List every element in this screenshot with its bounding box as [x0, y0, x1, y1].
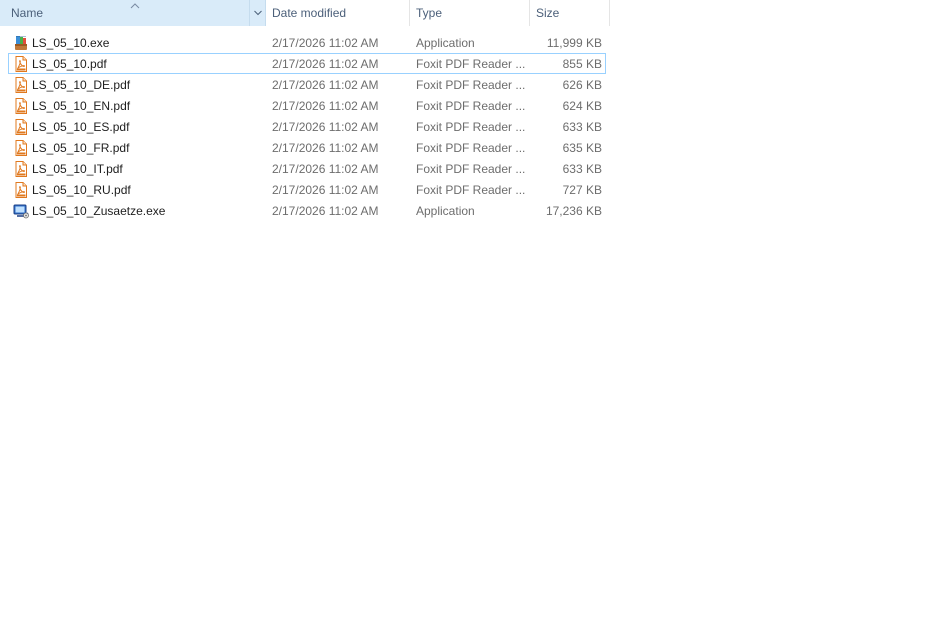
- file-type: Foxit PDF Reader ...: [416, 162, 526, 176]
- file-row[interactable]: LS_05_10_FR.pdf 2/17/2026 11:02 AM Foxit P…: [8, 137, 606, 158]
- installer-app-icon: [13, 35, 29, 51]
- file-date-modified: 2/17/2026 11:02 AM: [272, 57, 379, 71]
- file-date-modified: 2/17/2026 11:02 AM: [272, 141, 379, 155]
- file-size: 17,236 KB: [545, 204, 602, 218]
- file-row[interactable]: LS_05_10_EN.pdf 2/17/2026 11:02 AM Foxit P…: [8, 95, 606, 116]
- file-size: 633 KB: [562, 120, 602, 134]
- pdf-file-icon: [13, 56, 29, 72]
- file-name: LS_05_10_FR.pdf: [32, 141, 130, 155]
- file-size: 626 KB: [562, 78, 602, 92]
- file-date-modified: 2/17/2026 11:02 AM: [272, 36, 379, 50]
- file-row[interactable]: LS_05_10_ES.pdf 2/17/2026 11:02 AM Foxit P…: [8, 116, 606, 137]
- column-header-name[interactable]: Name: [0, 0, 266, 26]
- file-name: LS_05_10_Zusaetze.exe: [32, 204, 166, 218]
- file-size: 633 KB: [562, 162, 602, 176]
- file-row[interactable]: LS_05_10_Zusaetze.exe 2/17/2026 11:02 AM A…: [8, 200, 606, 221]
- chevron-down-icon: [254, 10, 262, 16]
- file-name: LS_05_10_DE.pdf: [32, 78, 131, 92]
- file-type: Application: [416, 36, 475, 50]
- pdf-file-icon: [13, 98, 29, 114]
- file-explorer-details-view: Name Date modified Type Size LS_05_10.ex…: [0, 0, 949, 629]
- column-header-name-label: Name: [11, 6, 44, 20]
- file-type: Foxit PDF Reader ...: [416, 183, 526, 197]
- file-date-modified: 2/17/2026 11:02 AM: [272, 99, 379, 113]
- file-size: 635 KB: [562, 141, 602, 155]
- column-header-size-label: Size: [536, 6, 560, 20]
- file-size: 855 KB: [562, 57, 602, 71]
- column-header-type[interactable]: Type: [410, 0, 530, 26]
- column-header-type-label: Type: [416, 6, 443, 20]
- column-header-date-label: Date modified: [272, 6, 347, 20]
- pdf-file-icon: [13, 140, 29, 156]
- file-row[interactable]: LS_05_10_IT.pdf 2/17/2026 11:02 AM Foxit P…: [8, 158, 606, 179]
- file-name: LS_05_10_IT.pdf: [32, 162, 123, 176]
- file-list: LS_05_10.exe 2/17/2026 11:02 AM Applicatio…: [8, 32, 606, 221]
- file-row[interactable]: LS_05_10.pdf 2/17/2026 11:02 AM Foxit PDF …: [8, 53, 606, 74]
- file-name: LS_05_10_EN.pdf: [32, 99, 131, 113]
- column-filter-dropdown[interactable]: [249, 0, 265, 26]
- file-date-modified: 2/17/2026 11:02 AM: [272, 204, 379, 218]
- file-name: LS_05_10_RU.pdf: [32, 183, 131, 197]
- file-type: Foxit PDF Reader ...: [416, 99, 526, 113]
- file-date-modified: 2/17/2026 11:02 AM: [272, 162, 379, 176]
- file-type: Foxit PDF Reader ...: [416, 57, 526, 71]
- file-date-modified: 2/17/2026 11:02 AM: [272, 120, 379, 134]
- column-header-date-modified[interactable]: Date modified: [266, 0, 410, 26]
- file-name: LS_05_10.exe: [32, 36, 110, 50]
- file-type: Foxit PDF Reader ...: [416, 141, 526, 155]
- file-type: Foxit PDF Reader ...: [416, 78, 526, 92]
- file-date-modified: 2/17/2026 11:02 AM: [272, 183, 379, 197]
- file-row[interactable]: LS_05_10.exe 2/17/2026 11:02 AM Applicatio…: [8, 32, 606, 53]
- file-row[interactable]: LS_05_10_RU.pdf 2/17/2026 11:02 AM Foxit P…: [8, 179, 606, 200]
- setup-app-icon: [13, 203, 29, 219]
- file-name: LS_05_10_ES.pdf: [32, 120, 130, 134]
- file-row[interactable]: LS_05_10_DE.pdf 2/17/2026 11:02 AM Foxit P…: [8, 74, 606, 95]
- file-size: 11,999 KB: [546, 36, 602, 50]
- file-size: 727 KB: [562, 183, 602, 197]
- column-header-size[interactable]: Size: [530, 0, 610, 26]
- file-type: Application: [416, 204, 475, 218]
- column-header-bar: Name Date modified Type Size: [0, 0, 610, 26]
- pdf-file-icon: [13, 77, 29, 93]
- pdf-file-icon: [13, 161, 29, 177]
- sort-up-chevron-icon: [130, 0, 140, 9]
- file-type: Foxit PDF Reader ...: [416, 120, 526, 134]
- file-date-modified: 2/17/2026 11:02 AM: [272, 78, 379, 92]
- file-name: LS_05_10.pdf: [32, 57, 107, 71]
- file-size: 624 KB: [562, 99, 602, 113]
- pdf-file-icon: [13, 182, 29, 198]
- pdf-file-icon: [13, 119, 29, 135]
